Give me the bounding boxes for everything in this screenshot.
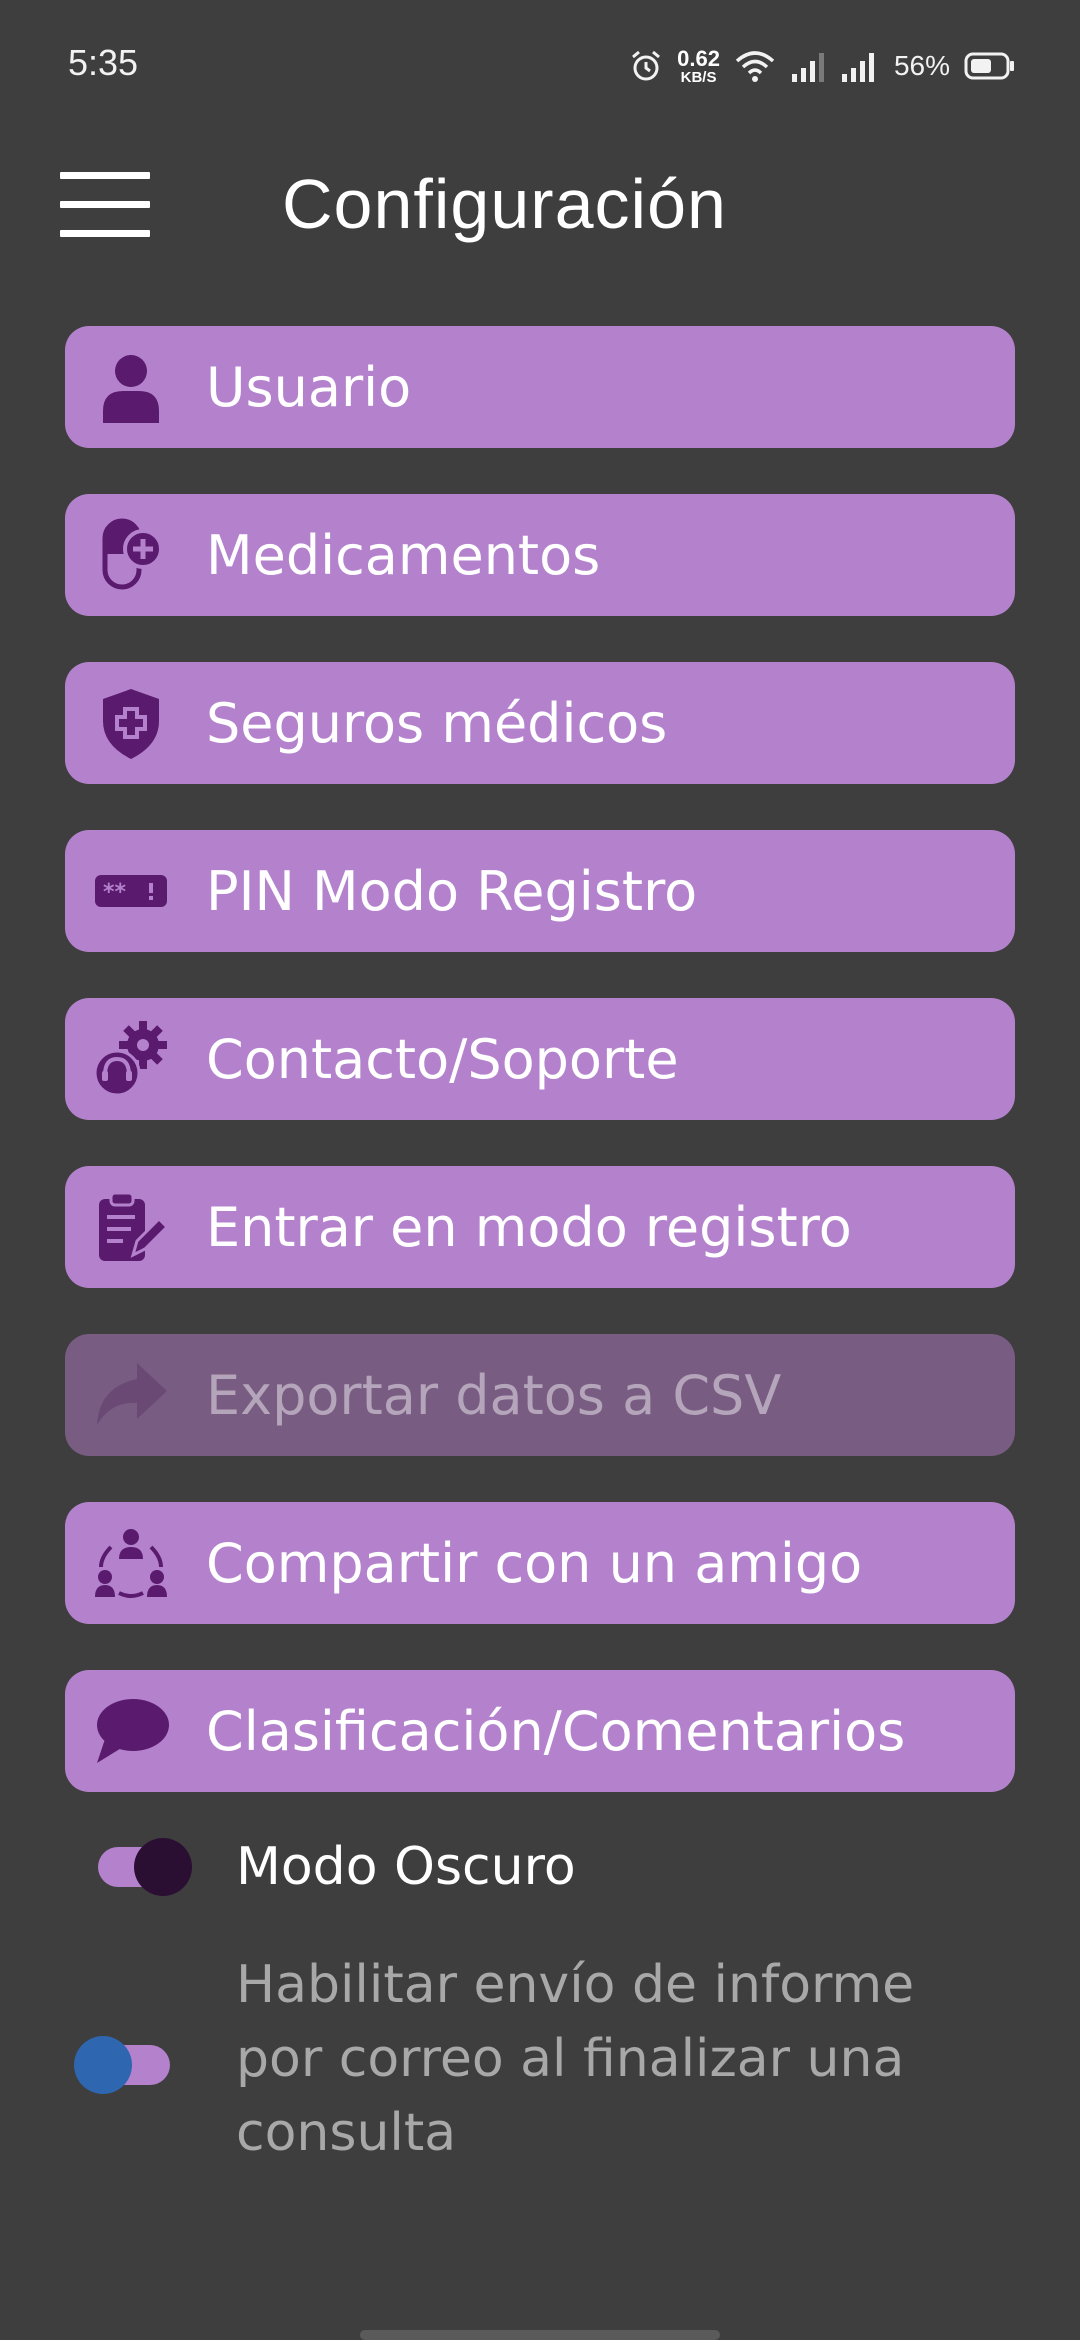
menu-item-contacto-soporte[interactable]: Contacto/Soporte — [65, 998, 1015, 1120]
svg-text:**: ** — [103, 880, 127, 905]
menu-item-label: Entrar en modo registro — [206, 1195, 852, 1259]
menu-item-label: Medicamentos — [206, 523, 601, 587]
signal-icon-2 — [841, 53, 874, 82]
menu-item-compartir-amigo[interactable]: Compartir con un amigo — [65, 1502, 1015, 1624]
clipboard-edit-icon — [93, 1189, 169, 1265]
email-report-label: Habilitar envío de informe por correo al… — [236, 1955, 915, 2163]
battery-percentage: 56% — [893, 50, 950, 81]
support-gear-icon — [93, 1021, 169, 1097]
network-speed-value: 0.62 — [677, 45, 720, 71]
dark-mode-label: Modo Oscuro — [236, 1837, 576, 1897]
user-icon — [93, 349, 169, 425]
dark-mode-toggle[interactable] — [98, 1830, 198, 1904]
home-indicator — [360, 2330, 720, 2340]
network-speed-unit: KB/S — [680, 68, 717, 86]
menu-item-label: Clasificación/Comentarios — [206, 1699, 906, 1763]
menu-item-pin-modo-registro[interactable]: ** PIN Modo Registro — [65, 830, 1015, 952]
menu-item-seguros-medicos[interactable]: Seguros médicos — [65, 662, 1015, 784]
password-icon: ** — [93, 853, 169, 929]
alarm-icon — [632, 50, 661, 81]
menu-item-label: PIN Modo Registro — [206, 859, 698, 923]
page-title: Configuración — [282, 165, 727, 243]
signal-icon — [791, 53, 824, 82]
email-report-toggle[interactable] — [74, 2028, 174, 2102]
chat-bubble-icon — [93, 1693, 169, 1769]
status-icons: 0.62 KB/S 56% — [629, 40, 1016, 92]
menu-item-entrar-modo-registro[interactable]: Entrar en modo registro — [65, 1166, 1015, 1288]
people-share-icon — [93, 1525, 169, 1601]
menu-item-label: Contacto/Soporte — [206, 1027, 679, 1091]
battery-icon — [964, 52, 1014, 80]
menu-item-exportar-csv[interactable]: Exportar datos a CSV — [65, 1334, 1015, 1456]
wifi-icon — [735, 51, 775, 82]
menu-item-label: Usuario — [206, 355, 412, 419]
status-time: 5:35 — [68, 42, 139, 83]
menu-item-label: Exportar datos a CSV — [206, 1363, 782, 1427]
menu-item-label: Compartir con un amigo — [206, 1531, 863, 1595]
menu-item-medicamentos[interactable]: Medicamentos — [65, 494, 1015, 616]
menu-item-usuario[interactable]: Usuario — [65, 326, 1015, 448]
network-speed: 0.62 KB/S — [677, 45, 720, 86]
menu-item-clasificacion-comentarios[interactable]: Clasificación/Comentarios — [65, 1670, 1015, 1792]
settings-menu: Usuario Medicamentos Seguros médicos ** — [65, 326, 1015, 1838]
status-bar: 5:35 0.62 KB/S 56% — [0, 0, 1080, 130]
email-report-row: Habilitar envío de informe por correo al… — [0, 1948, 1080, 2170]
share-arrow-icon — [93, 1357, 169, 1433]
hamburger-menu-icon[interactable] — [60, 172, 150, 240]
menu-item-label: Seguros médicos — [206, 691, 668, 755]
pill-icon — [93, 517, 169, 593]
dark-mode-row: Modo Oscuro — [0, 1830, 1080, 1904]
app-bar: Configuración — [0, 150, 1080, 265]
shield-plus-icon — [93, 685, 169, 761]
